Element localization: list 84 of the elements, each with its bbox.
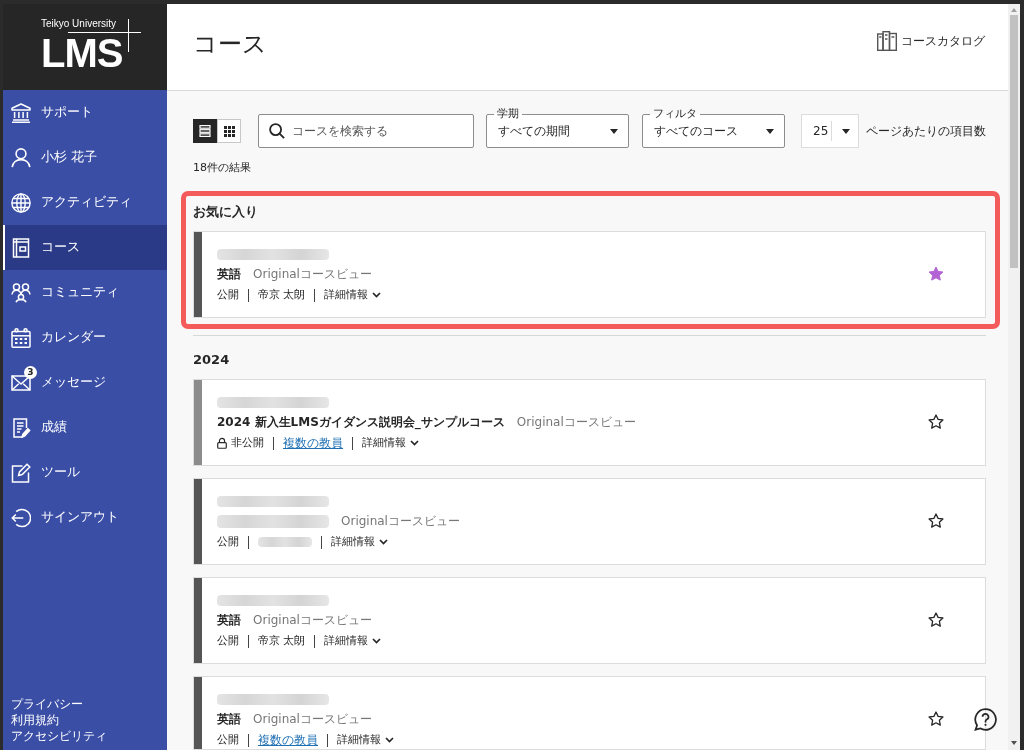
footer-link[interactable]: アクセシビリティ [11,728,107,744]
term-select[interactable]: 学期 すべての期間 [486,108,629,148]
nav-link[interactable]: サポート [3,90,167,135]
chevron-down-icon [379,539,388,545]
course-title[interactable]: 2024 新入生LMSガイダンス説明会_サンプルコース [217,413,505,431]
star-icon[interactable] [928,414,944,430]
instructor-name: 帝京 太朗 [258,288,306,302]
nav-link[interactable]: コミュニティ [3,270,167,315]
footer-link[interactable]: 利用規約 [11,712,59,728]
page-title: コース [193,29,267,59]
nav-link[interactable]: 小杉 花子 [3,135,167,180]
select-label: フィルタ [652,108,698,120]
section-title: お気に入り [193,203,258,221]
books-icon [877,31,897,51]
details-button[interactable]: 詳細情報 [324,288,382,302]
count-badge: 3 [24,365,37,379]
instructor-link[interactable]: 複数の教員 [283,434,343,452]
nav-link[interactable]: サインアウト [3,495,167,540]
page-size-select[interactable]: 25 [801,114,859,148]
star-icon[interactable] [928,612,944,628]
instructor-link[interactable]: 複数の教員 [258,731,318,749]
course-view-label: Originalコースビュー [253,265,372,283]
course-title[interactable]: 英語 [217,611,241,629]
nav-link[interactable]: ツール [3,450,167,495]
course-view-label: Originalコースビュー [516,413,636,431]
page-size-label: ページあたりの項目数 [866,123,986,139]
search-icon [269,123,285,139]
course-view-label: Originalコースビュー [253,611,372,629]
visibility-label: 公開 [217,288,239,302]
results-count: 18件の結果 [193,160,251,176]
visibility-label: 公開 [217,634,239,648]
grid-view-button[interactable] [217,119,241,143]
details-button[interactable]: 詳細情報 [331,535,388,549]
logo-subtitle: Teikyo University [41,18,117,30]
scrollbar[interactable] [1008,4,1020,750]
filter-select[interactable]: フィルタ すべてのコース [642,108,785,148]
edit-icon [11,462,31,483]
list-view-button[interactable] [193,119,217,143]
globe-icon [11,192,31,213]
star-icon[interactable] [928,711,944,727]
help-button[interactable] [974,708,997,731]
chevron-down-icon [410,440,419,446]
bank-icon [11,102,31,123]
visibility-label: 非公開 [231,436,264,450]
help-icon [974,708,997,731]
star-icon[interactable] [928,513,944,529]
nav-link[interactable]: アクティビティ [3,180,167,225]
star-icon[interactable] [928,266,944,282]
nav-link[interactable]: コース [3,225,167,270]
visibility-label: 公開 [217,733,239,747]
sign-out-icon [11,507,31,528]
caret-icon [842,128,850,134]
people-icon [11,282,31,303]
envelope-icon [11,374,31,391]
person-icon [11,147,31,168]
course-title[interactable]: 英語 [217,710,241,728]
details-button[interactable]: 詳細情報 [324,634,382,648]
visibility-label: 公開 [217,535,239,549]
course-view-label: Originalコースビュー [253,710,372,728]
select-label: 学期 [496,108,520,120]
nav-link[interactable]: カレンダー [3,315,167,360]
course-view-label: Originalコースビュー [341,512,460,530]
document-icon [11,417,31,438]
nav-link[interactable]: 3 メッセージ [3,360,167,405]
section-title: 2024 [193,351,230,369]
chevron-down-icon [372,292,382,298]
search-field[interactable]: コースを検索する [258,114,474,148]
calendar-icon [11,327,31,348]
book-icon [11,237,31,258]
nav-link[interactable]: 成績 [3,405,167,450]
course-title[interactable]: 英語 [217,265,241,283]
caret-icon [766,129,774,134]
details-button[interactable]: 詳細情報 [337,733,394,747]
chevron-down-icon [372,638,382,644]
logo-text: LMS [41,38,123,68]
blurred-text [258,537,312,547]
caret-icon [610,129,618,134]
grid-icon [223,125,235,137]
instructor-name: 帝京 太朗 [258,634,306,648]
footer-link[interactable]: プライバシー [11,696,83,712]
list-icon [199,125,211,137]
chevron-down-icon [385,737,394,743]
course-catalog-link[interactable]: コースカタログ [877,31,985,51]
details-button[interactable]: 詳細情報 [362,436,419,450]
